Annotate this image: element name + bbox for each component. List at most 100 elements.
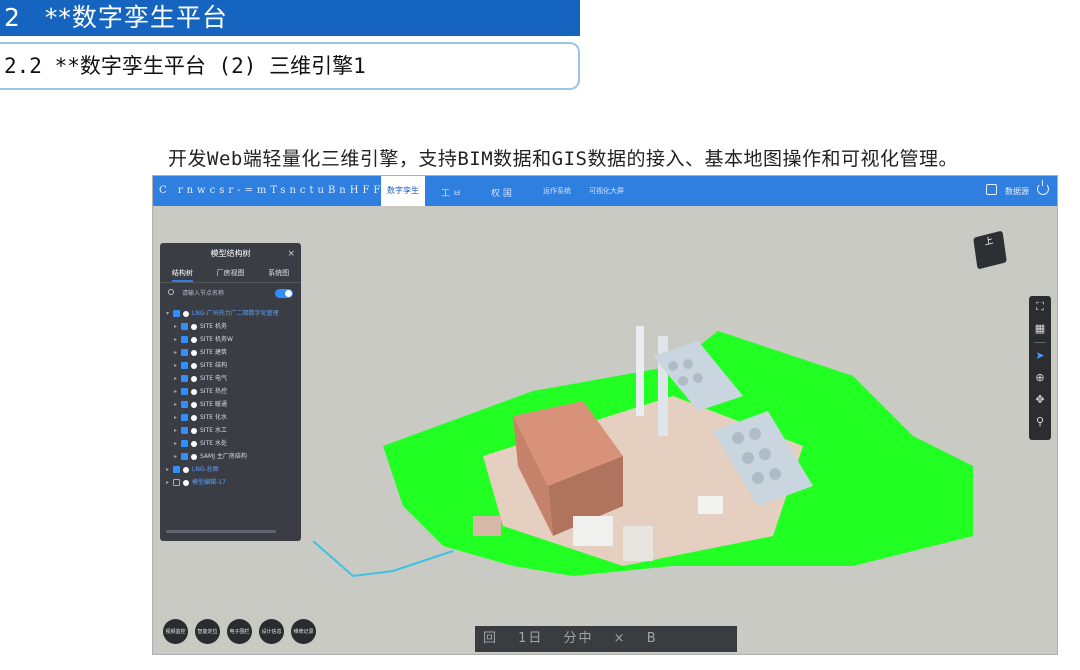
visibility-dot-icon[interactable]	[191, 453, 197, 460]
nav-cube-face-label: 上	[983, 236, 994, 249]
chevron-right-icon[interactable]: ▸	[174, 385, 181, 398]
section-number: 2	[4, 3, 21, 32]
chevron-right-icon[interactable]: ▸	[174, 372, 181, 385]
caption-bar: 回 1日 分中 × B	[475, 626, 737, 652]
tree-item[interactable]: ▸ 模型编辑-17	[160, 476, 301, 489]
visibility-dot-icon[interactable]	[191, 401, 197, 408]
subsection-title: 2.2 **数字孪生平台 (2) 三维引擎1	[0, 42, 580, 90]
geofence-button[interactable]: 电子围栏	[227, 619, 252, 644]
panel-search[interactable]: 请输入节点名称	[160, 285, 301, 303]
panel-tabs: 结构树 厂房视图 系统图	[160, 265, 301, 283]
checkbox[interactable]	[181, 440, 188, 447]
rotate-icon[interactable]: ⊕	[1029, 367, 1051, 389]
tree-item[interactable]: ▸ SITE 机务	[160, 320, 301, 333]
tab-system-view[interactable]: 系统图	[268, 265, 289, 282]
chevron-right-icon[interactable]: ▸	[166, 476, 173, 489]
user-icon[interactable]	[986, 184, 997, 195]
app-brand: C rnwcsr-=mTsnctuBnHFFa	[159, 185, 394, 196]
visibility-toggle[interactable]	[275, 289, 293, 298]
toolbar-divider	[1034, 342, 1046, 343]
checkbox[interactable]	[181, 375, 188, 382]
search-placeholder[interactable]: 请输入节点名称	[182, 290, 224, 297]
tab-digital-twin[interactable]: 数字孪生	[381, 176, 425, 206]
checkbox[interactable]	[181, 388, 188, 395]
smart-locate-button[interactable]: 智能定位	[195, 619, 220, 644]
chimney-1	[636, 326, 644, 416]
chevron-right-icon[interactable]: ▸	[174, 346, 181, 359]
visibility-dot-icon[interactable]	[191, 362, 197, 369]
checkbox[interactable]	[181, 336, 188, 343]
tree-item[interactable]: ▸ SITE 水处	[160, 437, 301, 450]
select-icon[interactable]: ➤	[1029, 345, 1051, 367]
chevron-right-icon[interactable]: ▸	[174, 398, 181, 411]
tree-item[interactable]: ▸ LNG-总图	[160, 463, 301, 476]
search-icon	[168, 289, 174, 295]
checkbox[interactable]	[181, 323, 188, 330]
tab-1[interactable]: 工 ㅂ	[441, 186, 461, 199]
tree-item[interactable]: ▸ SITE 化水	[160, 411, 301, 424]
checkbox[interactable]	[181, 349, 188, 356]
tree-item[interactable]: ▸ SAMJ 主厂房结构	[160, 450, 301, 463]
tree-item[interactable]: ▸ SITE 暖通	[160, 398, 301, 411]
checkbox[interactable]	[181, 427, 188, 434]
chevron-right-icon[interactable]: ▸	[174, 333, 181, 346]
panel-title-text: 模型结构树	[210, 249, 251, 258]
checkbox[interactable]	[181, 453, 188, 460]
tree-item[interactable]: ▸ SITE 电气	[160, 372, 301, 385]
panel-scrollbar[interactable]	[166, 530, 276, 533]
checkbox[interactable]	[181, 401, 188, 408]
tab-2[interactable]: 权 国	[491, 186, 512, 199]
tree-item[interactable]: ▸ SITE 热控	[160, 385, 301, 398]
chevron-right-icon[interactable]: ▸	[174, 424, 181, 437]
visibility-dot-icon[interactable]	[191, 388, 197, 395]
chevron-right-icon[interactable]: ▸	[174, 320, 181, 333]
checkbox[interactable]	[173, 479, 180, 486]
section-title: **数字孪生平台	[44, 3, 228, 32]
pan-icon[interactable]: ✥	[1029, 389, 1051, 411]
video-monitor-button[interactable]: 视频监控	[163, 619, 188, 644]
chevron-right-icon[interactable]: ▸	[174, 450, 181, 463]
app-topbar: C rnwcsr-=mTsnctuBnHFFa 数字孪生 工 ㅂ 权 国 运作系…	[153, 176, 1057, 206]
visibility-dot-icon[interactable]	[191, 349, 197, 356]
checkbox[interactable]	[181, 414, 188, 421]
chevron-right-icon[interactable]: ▸	[174, 411, 181, 424]
chevron-right-icon[interactable]: ▸	[166, 463, 173, 476]
visibility-dot-icon[interactable]	[191, 414, 197, 421]
app-window: C rnwcsr-=mTsnctuBnHFFa 数字孪生 工 ㅂ 权 国 运作系…	[152, 175, 1058, 655]
chevron-down-icon[interactable]: ▾	[166, 307, 173, 320]
visibility-dot-icon[interactable]	[191, 323, 197, 330]
visibility-dot-icon[interactable]	[183, 479, 189, 486]
tree-item-label: SITE 结构	[200, 362, 227, 369]
model-tree: ▾ LNG-广州热力广二期数字化管理 ▸ SITE 机务 ▸ SITE 机务W ▸ SI…	[160, 307, 301, 489]
chevron-right-icon[interactable]: ▸	[174, 437, 181, 450]
tab-structure-tree[interactable]: 结构树	[171, 265, 193, 282]
user-label[interactable]: 数据源	[1005, 186, 1029, 197]
visibility-dot-icon[interactable]	[183, 310, 189, 317]
visibility-dot-icon[interactable]	[191, 375, 197, 382]
visibility-dot-icon[interactable]	[183, 466, 189, 473]
tree-item[interactable]: ▸ SITE 水工	[160, 424, 301, 437]
chevron-right-icon[interactable]: ▸	[174, 359, 181, 372]
design-info-button[interactable]: 设计信息	[259, 619, 284, 644]
close-icon[interactable]: ×	[287, 243, 295, 265]
visibility-dot-icon[interactable]	[191, 440, 197, 447]
tab-plant-view[interactable]: 厂房视图	[216, 265, 244, 282]
tree-item[interactable]: ▾ LNG-广州热力广二期数字化管理	[160, 307, 301, 320]
description-text: 开发Web端轻量化三维引擎，支持BIM数据和GIS数据的接入、基本地图操作和可视…	[168, 148, 958, 170]
tree-item[interactable]: ▸ SITE 机务W	[160, 333, 301, 346]
grid-icon[interactable]: ▦	[1029, 318, 1051, 340]
tree-item[interactable]: ▸ SITE 结构	[160, 359, 301, 372]
zoom-icon[interactable]: ⚲	[1029, 411, 1051, 433]
power-icon[interactable]	[1037, 180, 1049, 195]
checkbox[interactable]	[181, 362, 188, 369]
fit-icon[interactable]: ⛶	[1029, 296, 1051, 318]
visibility-dot-icon[interactable]	[191, 336, 197, 343]
checkbox[interactable]	[173, 310, 180, 317]
tree-item[interactable]: ▸ SITE 建筑	[160, 346, 301, 359]
checkbox[interactable]	[173, 466, 180, 473]
tab-4[interactable]: 可视化大屏	[589, 186, 624, 196]
auxiliary-building-3	[698, 496, 723, 514]
maintenance-record-button[interactable]: 维修记录	[291, 619, 316, 644]
visibility-dot-icon[interactable]	[191, 427, 197, 434]
tab-3[interactable]: 运作系统	[543, 186, 571, 196]
